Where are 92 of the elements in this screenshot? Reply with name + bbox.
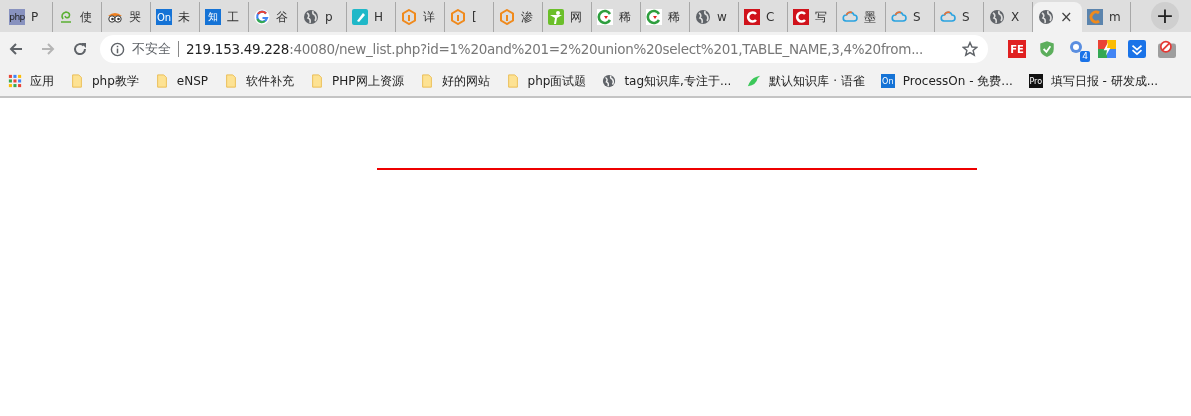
folder-icon [419,74,434,88]
logo-icon: Pro [1028,74,1043,88]
globe-icon [1038,9,1054,25]
bookmark[interactable]: PHP网上资源 [310,72,404,90]
bookmark[interactable]: 应用 [8,72,54,90]
tab-title: 详 [423,8,435,26]
tab-title: X [1011,10,1020,24]
swirl-icon [58,9,74,25]
tab-title: 墨 [864,8,876,26]
download-icon[interactable] [1128,40,1146,58]
tab-title: S [962,10,970,24]
google-icon [254,9,270,25]
tab-title: 未 [178,8,190,26]
bookmark[interactable]: 好的网站 [419,72,490,90]
globe-icon [989,9,1005,25]
folder-icon [505,74,520,88]
tab-title: 稀 [619,8,631,26]
tab-title: P [31,10,39,24]
tab-title: S [913,10,921,24]
bookmark-label: PHP网上资源 [332,72,404,90]
php-icon: php [9,9,25,25]
bookmark[interactable]: On ProcessOn - 免费... [880,72,1013,90]
folder-icon [224,74,239,88]
close-icon[interactable]: × [1060,8,1073,26]
bookmark-label: 好的网站 [441,72,490,90]
c-logo-icon [793,9,809,25]
tab-title: 写 [815,8,827,26]
star-icon[interactable] [962,41,978,57]
tab-title: 工 [227,8,239,26]
security-label: 不安全 [132,40,171,58]
bookmark-label: 应用 [30,72,54,90]
tab-title: p [325,10,333,24]
c-logo-icon [744,9,760,25]
bookmark-label: 软件补充 [246,72,295,90]
tab-title: 稀 [668,8,680,26]
bookmark[interactable]: Pro 填写日报 - 研发成... [1028,72,1159,90]
info-icon[interactable] [110,41,125,57]
bird-icon [747,74,762,88]
globe-icon [695,9,711,25]
browser-tab[interactable]: × [1033,2,1082,32]
tab-title: m [1109,10,1121,24]
bookmark[interactable]: tag知识库,专注于... [602,72,732,90]
tab-title: [ [472,10,477,24]
ring-icon [646,9,662,25]
bookmark-label: php教学 [92,72,139,90]
reload-icon[interactable] [72,41,88,57]
pen-icon [352,9,368,25]
tab-title: 渗 [521,8,533,26]
address-bar[interactable]: 不安全 219.153.49.228:40080/new_list.php?id=1%20and%201=2%20union%20select%201,TABLE_NAME,3,4%20from... [100,35,988,63]
bookmark[interactable]: eNSP [154,74,209,88]
globe-icon [303,9,319,25]
tab-title: 谷 [276,8,288,26]
shield-icon[interactable] [1038,40,1056,58]
tab-title: 使 [80,8,92,26]
folder-icon [70,74,84,88]
bookmark-label: ProcessOn - 免费... [902,72,1013,90]
c-logo-icon [1087,9,1103,25]
logo-icon: On [880,74,895,88]
globe-icon [602,74,617,88]
bookmark[interactable]: php教学 [70,72,139,90]
bookmark[interactable]: 软件补充 [224,72,295,90]
bookmark-label: eNSP [176,74,209,88]
apps-icon [8,74,22,88]
bookmark-label: php面试题 [527,72,587,90]
bookmark[interactable]: php面试题 [505,72,587,90]
url-text: 219.153.49.228:40080/new_list.php?id=1%20and%201=2%20union%20select%201,TABLE_NAME,3,4%20from... [186,41,925,57]
extension-icon[interactable]: FE [1008,40,1026,58]
hexagon-icon [401,9,417,25]
logo-icon: On [156,9,172,25]
cloud-icon [891,9,907,25]
tab-title: w [717,10,727,24]
tab-title: 网 [570,8,582,26]
bookmark-label: 填写日报 - 研发成... [1050,72,1159,90]
logo-icon: 知 [205,9,221,25]
tab-title: H [374,10,384,24]
hexagon-icon [499,9,515,25]
bookmark[interactable]: 默认知识库 · 语雀 [747,72,865,90]
blocked-icon[interactable] [1158,40,1176,58]
new-tab-button[interactable]: + [1151,2,1179,30]
bookmark-label: tag知识库,专注于... [624,72,732,90]
bookmark-label: 默认知识库 · 语雀 [769,72,865,90]
tab-title: C [766,10,775,24]
person-icon [548,9,564,25]
back-icon[interactable] [8,41,24,57]
cloud-icon [940,9,956,25]
hexagon-icon [450,9,466,25]
tab-title: 哭 [129,8,141,26]
cloud-icon [842,9,858,25]
folder-icon [310,74,325,88]
folder-icon [154,74,169,88]
ring-icon [597,9,613,25]
bolt-icon[interactable] [1098,40,1116,58]
